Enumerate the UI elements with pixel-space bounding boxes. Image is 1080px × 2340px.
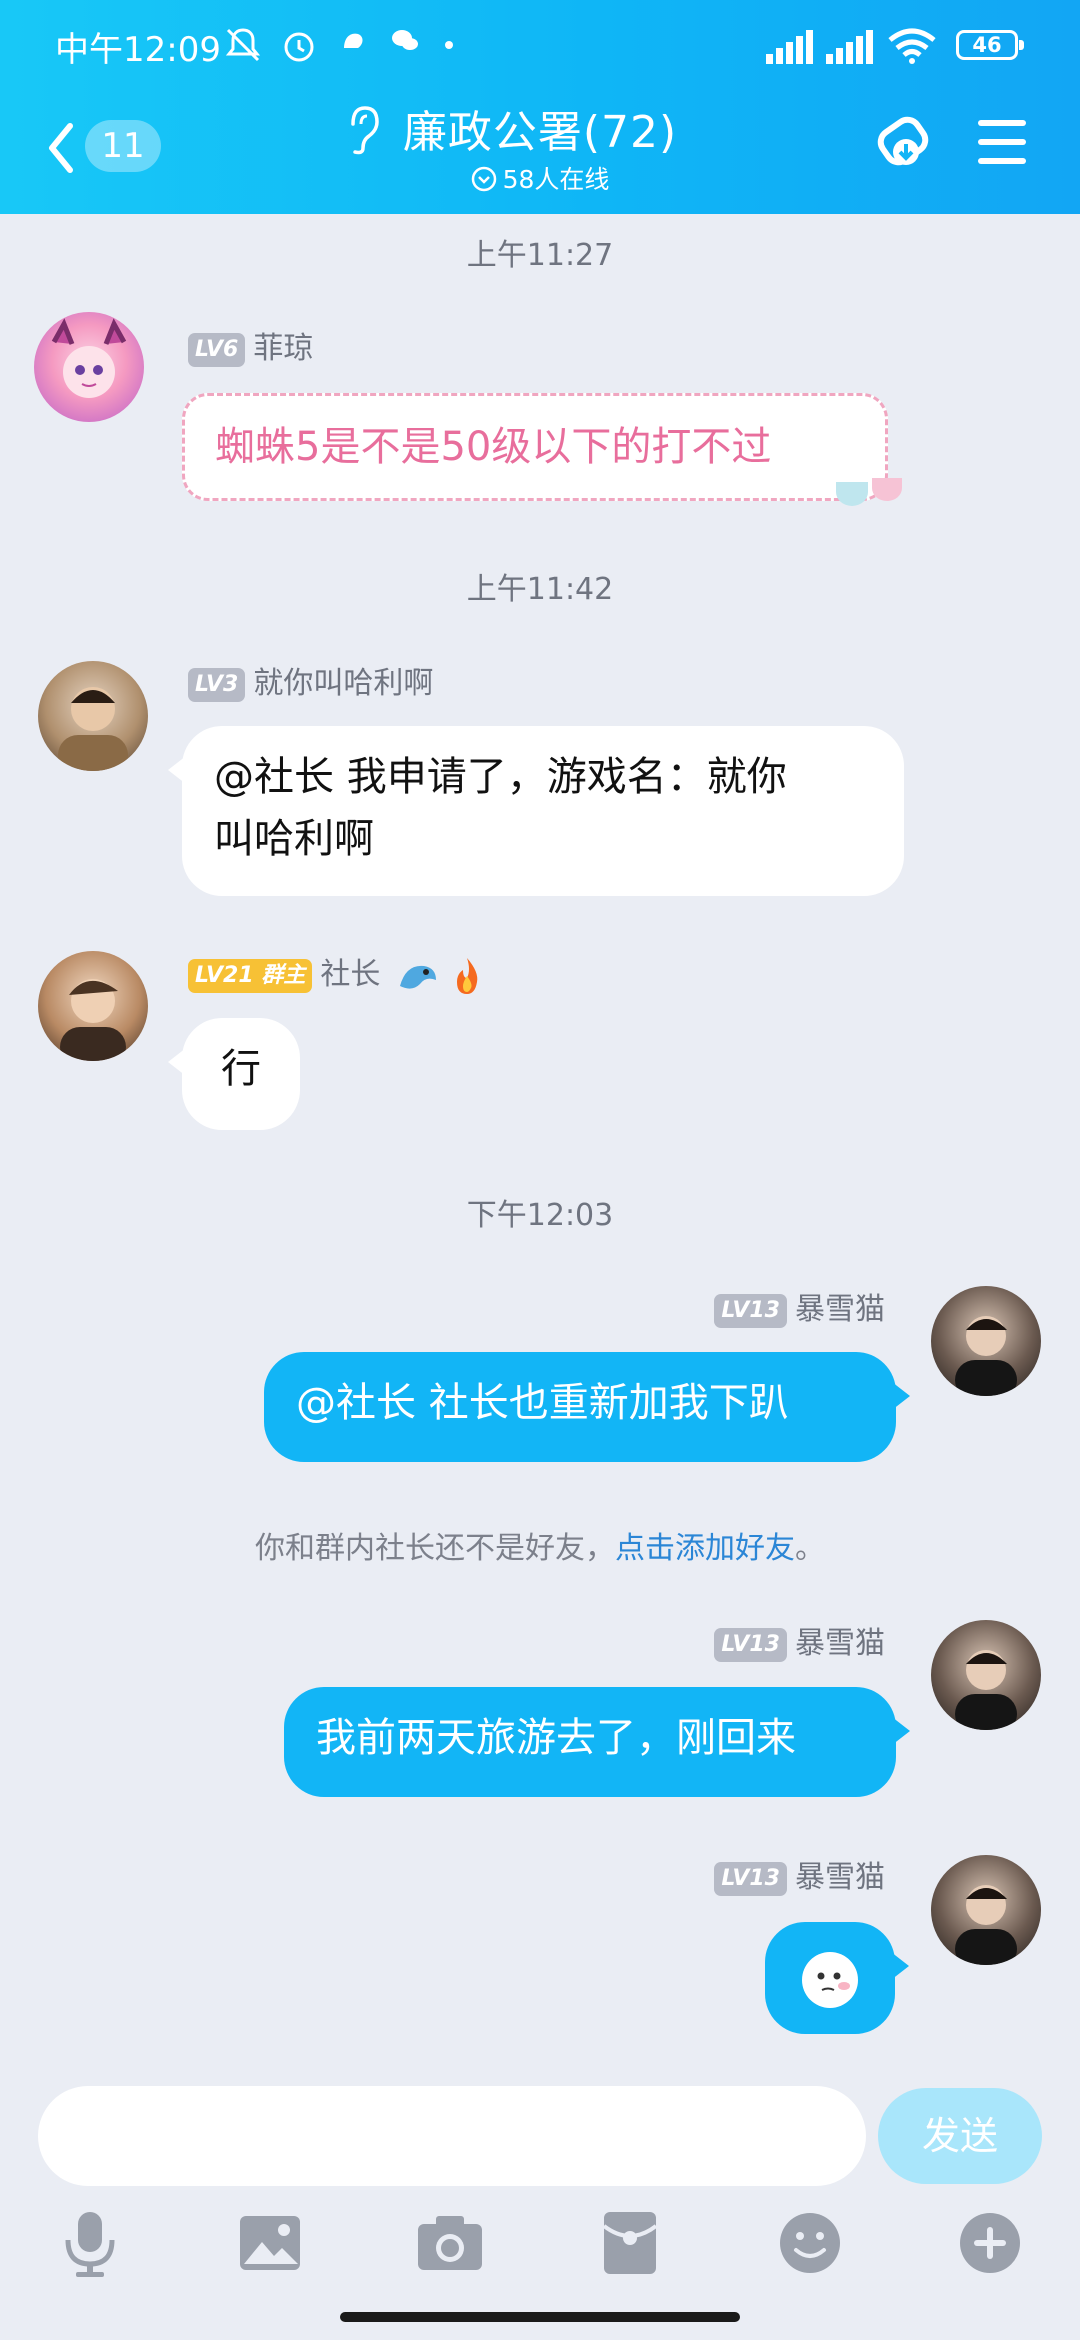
sender-name[interactable]: 暴雪猫 — [795, 1860, 885, 1895]
red-packet-icon[interactable] — [590, 2208, 670, 2278]
status-bar: 中午12:09 46 — [0, 0, 1080, 95]
sender-name[interactable]: 就你叫哈利啊 — [253, 666, 433, 701]
sender-name[interactable]: 菲琼 — [253, 331, 313, 366]
sender-name-line: LV13 暴雪猫 — [714, 1290, 885, 1330]
avatar-self[interactable] — [931, 1286, 1041, 1396]
avatar-shezhang[interactable] — [38, 951, 148, 1061]
timestamp: 上午11:27 — [466, 238, 614, 273]
signal-1-icon — [766, 30, 813, 64]
message-bubble-self[interactable]: @社长 社长也重新加我下趴 — [264, 1352, 910, 1462]
wechat-icon — [392, 30, 418, 50]
more-notifications-dot-icon — [445, 41, 453, 49]
message-bubble[interactable]: 行 — [168, 1018, 300, 1130]
timestamp: 上午11:42 — [466, 572, 614, 607]
add-friend-link[interactable]: 点击添加好友 — [615, 1531, 795, 1566]
timestamp: 下午12:03 — [466, 1198, 614, 1233]
alarm-icon — [284, 32, 314, 62]
online-count-text: 58人在线 — [502, 165, 610, 194]
dragon-emoji-icon — [399, 965, 436, 989]
avatar-self-art — [955, 1650, 1017, 1730]
send-button[interactable]: 发送 — [878, 2088, 1042, 2184]
avatar-self-art — [955, 1885, 1017, 1965]
sender-name-line: LV21 群主 社长 — [188, 955, 485, 995]
microphone-icon[interactable] — [50, 2208, 130, 2278]
level-badge: LV21 群主 — [188, 958, 313, 993]
system-notice: 你和群内社长还不是好友，点击添加好友。 — [0, 1523, 1080, 1567]
image-icon[interactable] — [230, 2208, 310, 2278]
avatar-feiqiong-art — [51, 318, 127, 398]
message-text-line: 叫哈利啊 — [214, 816, 374, 862]
top-bar: 中午12:09 46 11 廉政公署(72) 58人在线 — [0, 0, 1080, 214]
level-badge: LV3 — [188, 667, 246, 702]
group-owner-label: 群主 — [261, 962, 306, 988]
message-text: 行 — [221, 1046, 261, 1092]
sender-name[interactable]: 暴雪猫 — [795, 1626, 885, 1661]
plus-icon[interactable] — [950, 2208, 1030, 2278]
sender-name-line: LV6 菲琼 — [188, 329, 313, 369]
battery-indicator: 46 — [956, 30, 1024, 60]
signal-2-icon — [826, 30, 873, 64]
avatar-harry-art — [58, 687, 128, 771]
message-text: @社长 社长也重新加我下趴 — [296, 1380, 789, 1426]
level-badge: LV6 — [188, 332, 246, 367]
message-bubble-self[interactable]: 我前两天旅游去了，刚回来 — [284, 1687, 910, 1797]
avatar-self[interactable] — [931, 1620, 1041, 1730]
sender-name-line: LV13 暴雪猫 — [714, 1858, 885, 1898]
system-notice-suffix: 。 — [795, 1531, 825, 1566]
camera-icon[interactable] — [410, 2208, 490, 2278]
sender-name[interactable]: 暴雪猫 — [795, 1292, 885, 1327]
message-text: 我前两天旅游去了，刚回来 — [316, 1715, 796, 1761]
chat-title[interactable]: 廉政公署(72) — [403, 107, 677, 158]
message-input[interactable] — [38, 2086, 866, 2186]
message-bubble-decorated[interactable]: 蜘蛛5是不是50级以下的打不过 — [182, 393, 888, 501]
sender-name-line: LV3 就你叫哈利啊 — [188, 664, 433, 704]
online-chevron-icon — [471, 166, 496, 192]
mute-bell-icon — [225, 28, 261, 62]
status-time: 中午12:09 — [55, 30, 221, 70]
message-text: 蜘蛛5是不是50级以下的打不过 — [215, 424, 772, 470]
home-indicator[interactable] — [340, 2312, 740, 2322]
emoji-icon[interactable] — [770, 2208, 850, 2278]
avatar-self-art — [955, 1316, 1017, 1396]
avatar-harry[interactable] — [38, 661, 148, 771]
teacup-decoration-icon — [836, 478, 902, 506]
level-text: LV21 — [195, 962, 254, 988]
message-bubble[interactable]: @社长 我申请了，游戏名：就你 叫哈利啊 — [168, 726, 904, 896]
menu-icon[interactable] — [976, 118, 1028, 166]
level-badge: LV13 — [714, 1293, 787, 1328]
fire-emoji-icon — [457, 957, 478, 994]
message-bubble-sticker[interactable] — [765, 1922, 909, 2034]
group-game-link-icon[interactable] — [872, 108, 940, 178]
avatar-shezhang-art — [60, 979, 126, 1061]
wifi-icon — [888, 28, 936, 64]
avatar-self[interactable] — [931, 1855, 1041, 1965]
system-notice-text: 你和群内社长还不是好友， — [255, 1531, 615, 1566]
sender-name[interactable]: 社长 — [320, 957, 380, 992]
notification-app-icon — [344, 33, 363, 48]
level-badge: LV13 — [714, 1861, 787, 1896]
level-badge: LV13 — [714, 1627, 787, 1662]
emoji-face-icon — [802, 1952, 858, 2008]
avatar-feiqiong[interactable] — [34, 312, 144, 422]
message-text-line: @社长 我申请了，游戏名：就你 — [214, 754, 787, 800]
sender-name-line: LV13 暴雪猫 — [714, 1624, 885, 1664]
